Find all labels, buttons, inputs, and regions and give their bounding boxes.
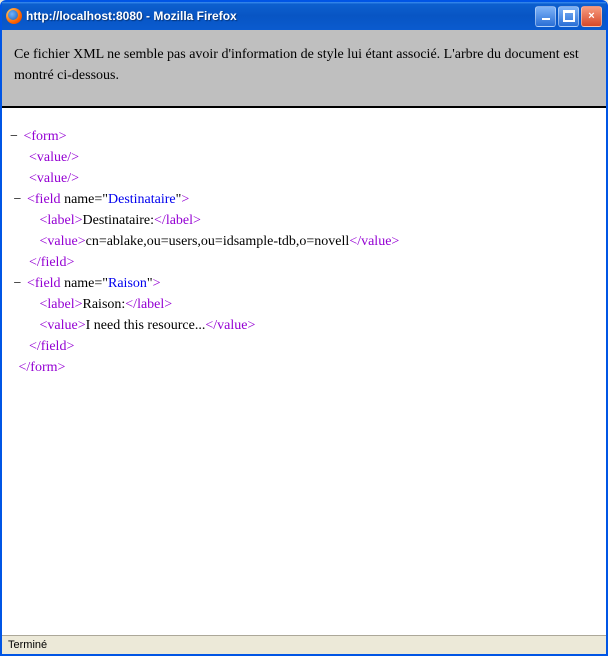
xml-tag: <value> (40, 318, 86, 333)
xml-tag: <value/> (29, 171, 79, 186)
window-buttons: × (535, 6, 602, 27)
xml-line: <value/> (8, 147, 600, 168)
xml-attr-val: Raison (108, 276, 147, 291)
xml-tag: <form> (24, 129, 67, 144)
xml-tag: <label> (40, 213, 83, 228)
xml-attr-name: name=" (64, 276, 108, 291)
xml-line: − <form> (8, 126, 600, 147)
xml-line: <value>I need this resource...</value> (8, 315, 600, 336)
xml-tag: </value> (205, 318, 255, 333)
xml-line: − <field name="Raison"> (8, 273, 600, 294)
xml-line: </field> (8, 336, 600, 357)
xml-tag: </label> (125, 297, 172, 312)
xml-no-style-banner: Ce fichier XML ne semble pas avoir d'inf… (2, 30, 606, 108)
xml-tag: <field (27, 192, 64, 207)
xml-tag: </field> (29, 339, 74, 354)
xml-text: I need this resource... (86, 318, 206, 333)
collapse-toggle-icon[interactable]: − (12, 273, 24, 294)
xml-line: <value/> (8, 168, 600, 189)
xml-tag: </field> (29, 255, 74, 270)
xml-tag: </label> (154, 213, 201, 228)
xml-tag: > (153, 276, 161, 291)
xml-tree-view: − <form> <value/> <value/> − <field name… (2, 108, 606, 635)
xml-text: Raison: (83, 297, 126, 312)
xml-tag: <value/> (29, 150, 79, 165)
collapse-toggle-icon[interactable]: − (8, 126, 20, 147)
firefox-icon (6, 8, 22, 24)
xml-tag: <label> (40, 297, 83, 312)
status-bar: Terminé (2, 635, 606, 654)
xml-tag: <value> (40, 234, 86, 249)
window-title: http://localhost:8080 - Mozilla Firefox (26, 9, 535, 23)
xml-line: </form> (8, 357, 600, 378)
xml-line: <label>Raison:</label> (8, 294, 600, 315)
xml-tag: </form> (19, 360, 66, 375)
xml-tag: <field (27, 276, 64, 291)
xml-line: <value>cn=ablake,ou=users,ou=idsample-td… (8, 231, 600, 252)
collapse-toggle-icon[interactable]: − (12, 189, 24, 210)
xml-attr-val: Destinataire (108, 192, 176, 207)
close-button[interactable]: × (581, 6, 602, 27)
xml-tag: </value> (349, 234, 399, 249)
xml-line: <label>Destinataire:</label> (8, 210, 600, 231)
xml-line: − <field name="Destinataire"> (8, 189, 600, 210)
status-text: Terminé (8, 639, 47, 651)
maximize-button[interactable] (558, 6, 579, 27)
xml-tag: > (181, 192, 189, 207)
xml-line: </field> (8, 252, 600, 273)
xml-text: cn=ablake,ou=users,ou=idsample-tdb,o=nov… (86, 234, 350, 249)
xml-attr-name: name=" (64, 192, 108, 207)
xml-text: Destinataire: (83, 213, 155, 228)
window-titlebar: http://localhost:8080 - Mozilla Firefox … (2, 2, 606, 30)
client-area: Ce fichier XML ne semble pas avoir d'inf… (2, 30, 606, 635)
minimize-button[interactable] (535, 6, 556, 27)
